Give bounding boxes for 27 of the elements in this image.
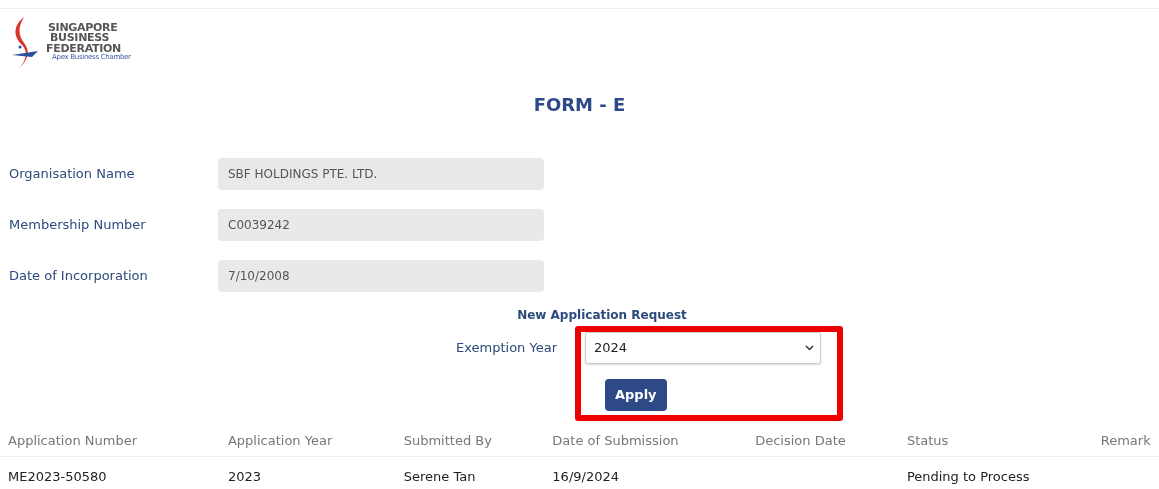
field-label: Organisation Name — [9, 164, 136, 183]
table-cell: 16/9/2024 — [544, 456, 748, 489]
field-label: Membership Number — [9, 215, 147, 234]
logo-text-line: FEDERATION — [45, 43, 121, 55]
input-field: 7/10/2008 — [218, 259, 544, 292]
logo-text-line: SINGAPORE — [47, 23, 119, 34]
section-heading: New Application Request — [516, 307, 688, 324]
column-header: Application Number — [0, 424, 220, 457]
year-select[interactable]: 2024 — [585, 332, 821, 364]
field-label: Exemption Year — [456, 339, 557, 357]
form-title: FORM - E — [532, 93, 627, 117]
logo-text-line: BUSINESS — [50, 33, 109, 44]
table-cell: ME2023-50580 — [0, 456, 220, 489]
field-label: Date of Incorporation — [9, 266, 149, 285]
column-header: Status — [898, 424, 1093, 457]
column-header: Submitted By — [395, 424, 545, 457]
caret-icon — [805, 345, 814, 351]
column-header: Application Year — [219, 424, 396, 457]
table-cell: Pending to Process — [898, 456, 1093, 489]
input-field: C0039242 — [218, 208, 544, 241]
column-header: Date of Submission — [544, 424, 748, 457]
input-field: SBF HOLDINGS PTE. LTD. — [218, 157, 544, 190]
table-cell: Serene Tan — [395, 456, 545, 489]
table-cell: 2023 — [219, 456, 396, 489]
column-header: Decision Date — [747, 424, 899, 457]
column-header: Remark — [1092, 424, 1159, 457]
apply-button[interactable]: Apply — [605, 379, 667, 411]
